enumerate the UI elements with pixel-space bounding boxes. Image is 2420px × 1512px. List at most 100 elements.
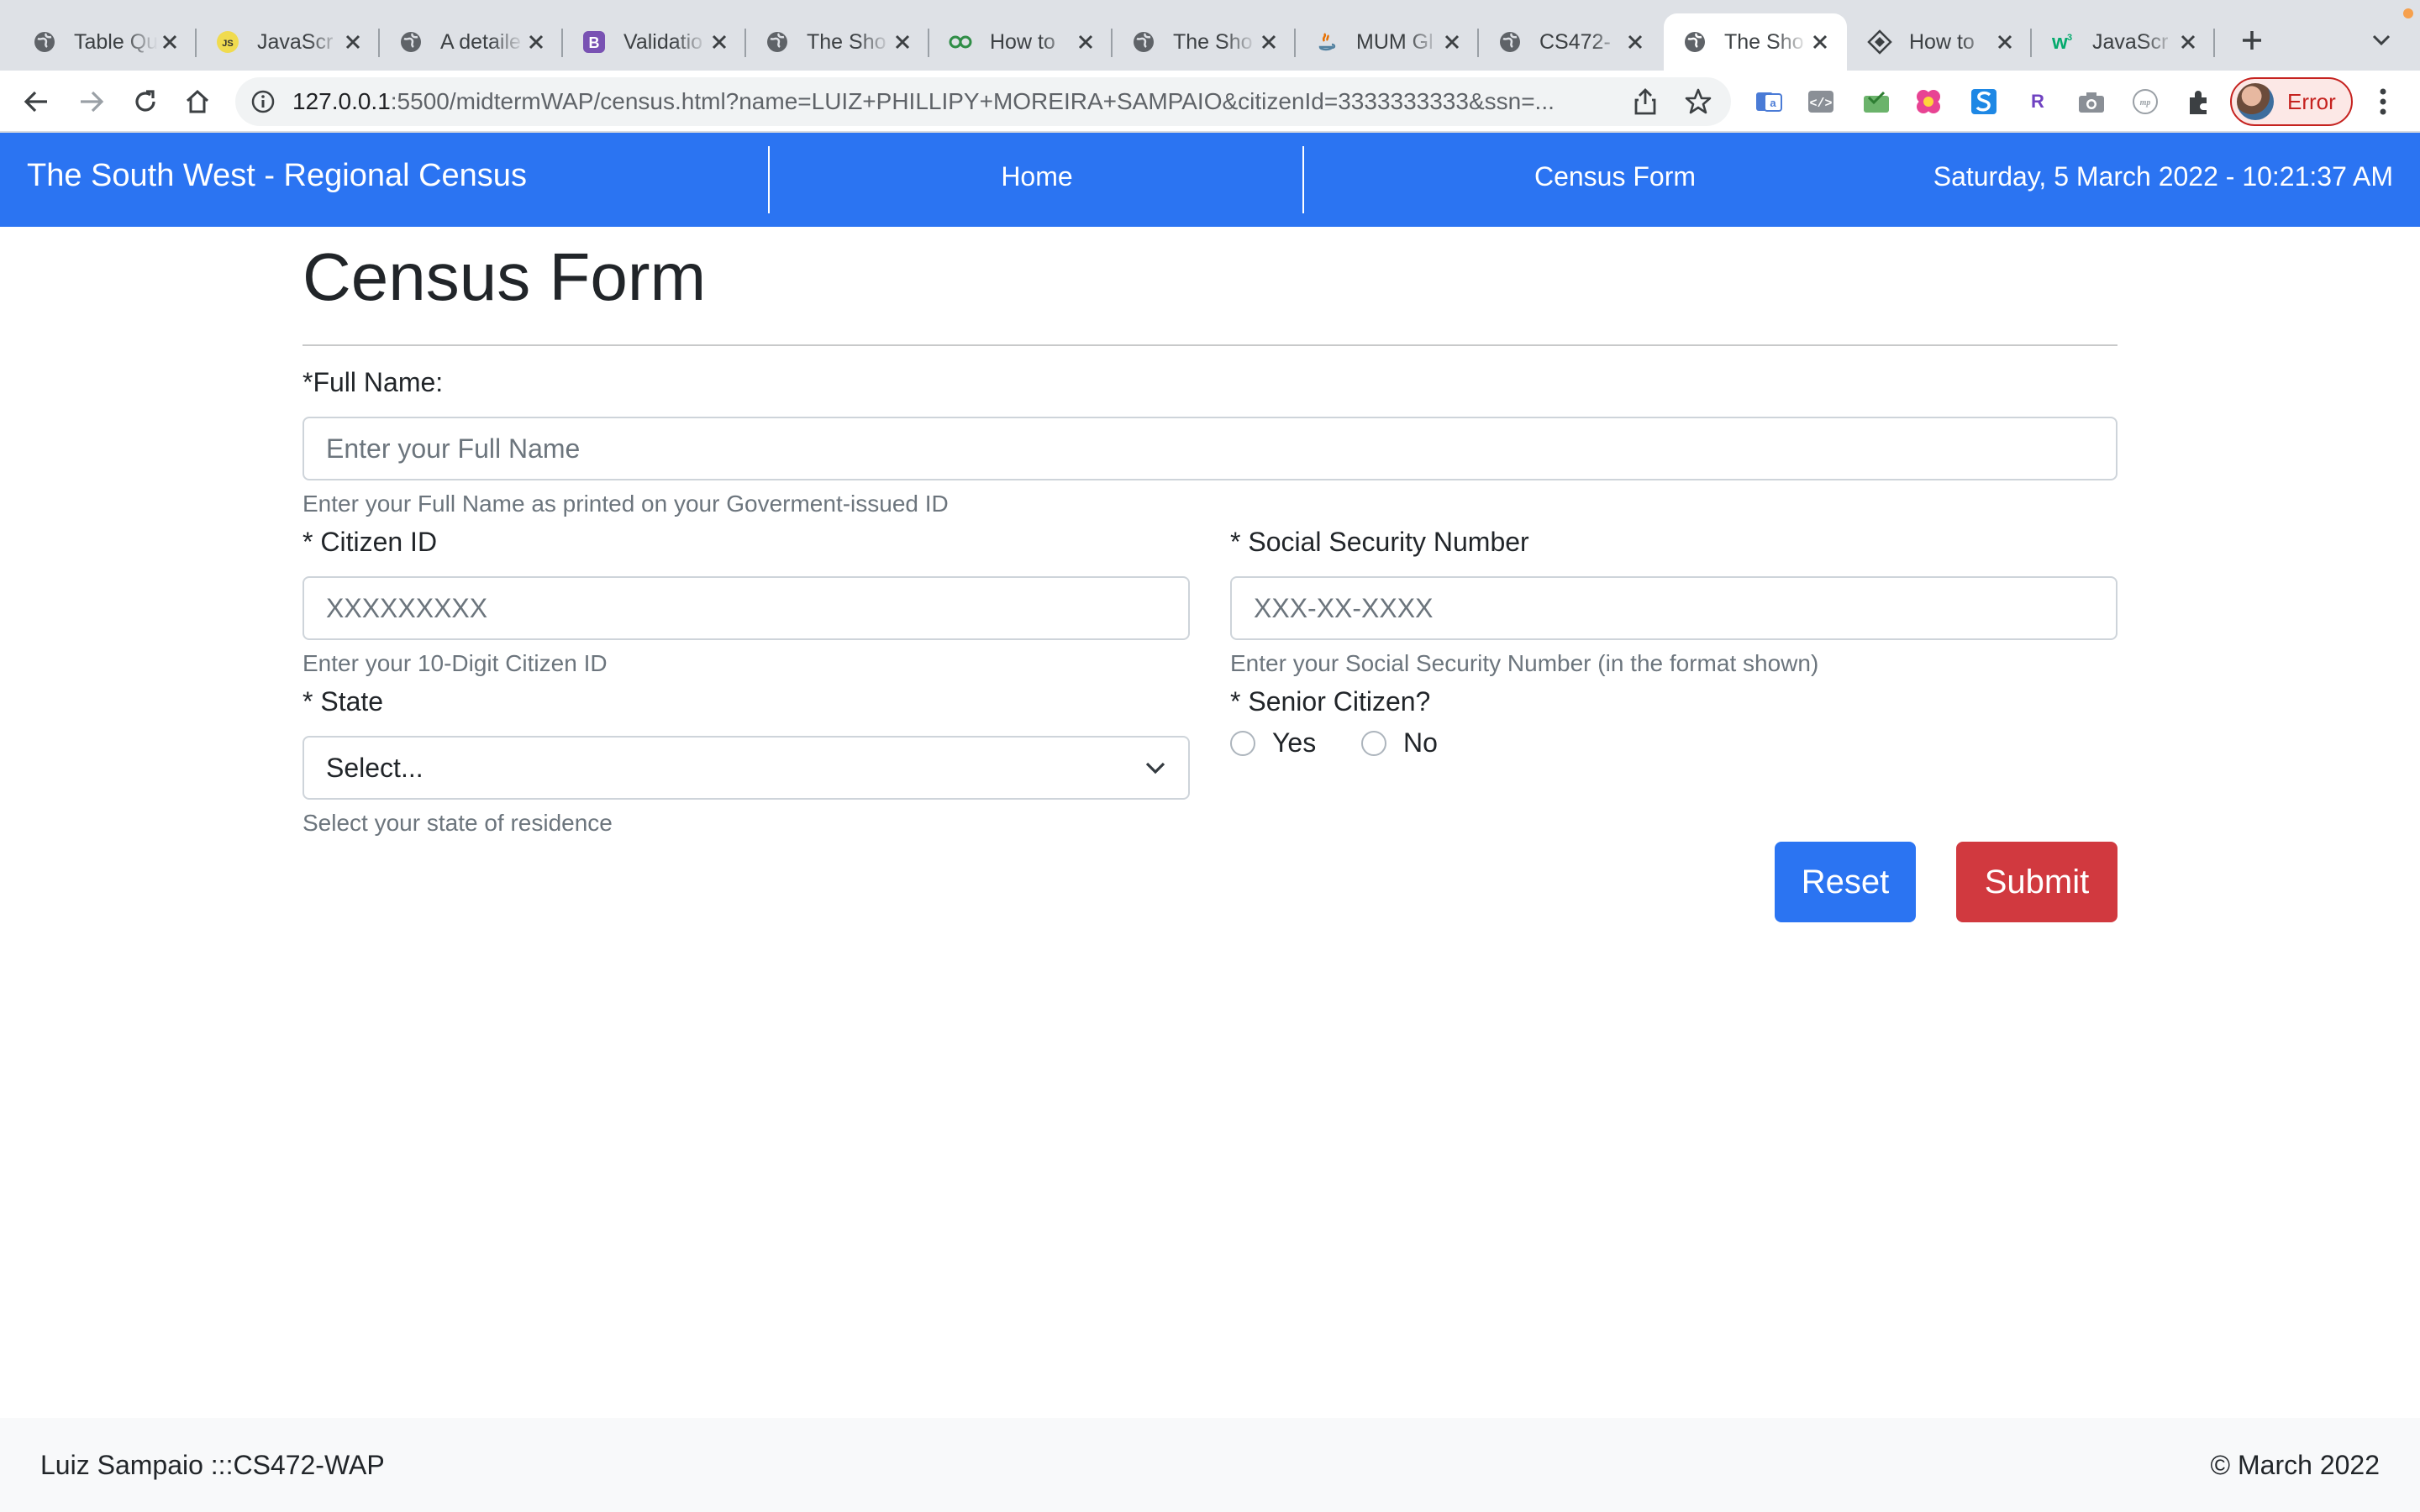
close-icon[interactable] bbox=[524, 30, 548, 54]
state-select[interactable]: Select... bbox=[302, 736, 1190, 800]
close-icon[interactable] bbox=[1074, 30, 1097, 54]
citizen-id-field[interactable] bbox=[302, 576, 1190, 640]
svg-text:JS: JS bbox=[222, 39, 233, 49]
tab-title: The Sho bbox=[1173, 29, 1253, 54]
svg-text:3: 3 bbox=[2067, 33, 2072, 43]
browser-tab-active[interactable]: The Sho bbox=[1664, 13, 1847, 71]
close-icon[interactable] bbox=[2176, 30, 2200, 54]
nav-link-home[interactable]: Home bbox=[770, 161, 1304, 192]
citizen-id-input[interactable] bbox=[304, 578, 1188, 638]
radio-circle[interactable] bbox=[1230, 730, 1255, 756]
reset-button[interactable]: Reset bbox=[1775, 842, 1916, 922]
full-name-field[interactable] bbox=[302, 417, 2118, 480]
close-icon[interactable] bbox=[341, 30, 365, 54]
footer-author: Luiz Sampaio :::CS472-WAP bbox=[40, 1450, 385, 1480]
extension-r-icon[interactable]: R bbox=[2022, 86, 2054, 118]
radio-label-no[interactable]: No bbox=[1403, 727, 1438, 759]
extension-mail-icon[interactable] bbox=[1860, 86, 1892, 118]
close-icon[interactable] bbox=[1808, 30, 1832, 54]
submit-button[interactable]: Submit bbox=[1956, 842, 2118, 922]
notification-dot bbox=[2403, 8, 2413, 18]
url-host: 127.0.0.1 bbox=[292, 88, 391, 114]
tab-title: Validatio bbox=[623, 29, 703, 54]
ssn-input[interactable] bbox=[1232, 578, 2116, 638]
profile-button[interactable]: Error bbox=[2230, 77, 2353, 126]
close-icon[interactable] bbox=[1257, 30, 1281, 54]
forward-arrow-icon bbox=[81, 91, 104, 113]
browser-tab[interactable]: MUM Gl bbox=[1296, 13, 1479, 71]
browser-tab-strip: Table Qu JS JavaScr A detaile B Validati… bbox=[0, 0, 2420, 71]
share-icon[interactable] bbox=[1632, 87, 1659, 120]
browser-tab[interactable]: How to bbox=[1849, 13, 2032, 71]
browser-tab[interactable]: w3 JavaScr bbox=[2032, 13, 2215, 71]
chevron-down-icon bbox=[1145, 762, 1165, 774]
nav-link-census-form[interactable]: Census Form bbox=[1304, 161, 1926, 192]
reload-button[interactable] bbox=[126, 82, 165, 121]
browser-tab[interactable]: JS JavaScr bbox=[197, 13, 380, 71]
tab-title: CS472- bbox=[1539, 29, 1611, 54]
senior-yes-radio[interactable]: Yes bbox=[1230, 727, 1316, 759]
tab-separator bbox=[2213, 29, 2215, 57]
tab-title: The Sho bbox=[807, 29, 886, 54]
browser-tab[interactable]: B Validatio bbox=[563, 13, 746, 71]
browser-menu-button[interactable] bbox=[2366, 82, 2400, 121]
radio-label-yes[interactable]: Yes bbox=[1272, 727, 1316, 759]
close-icon[interactable] bbox=[891, 30, 914, 54]
address-bar[interactable]: 127.0.0.1:5500/midtermWAP/census.html?na… bbox=[235, 77, 1731, 126]
senior-no-radio[interactable]: No bbox=[1361, 727, 1438, 759]
browser-tab[interactable]: A detaile bbox=[380, 13, 563, 71]
extension-translate-icon[interactable]: a bbox=[1753, 86, 1785, 118]
full-name-help: Enter your Full Name as printed on your … bbox=[302, 491, 949, 517]
url-text[interactable]: 127.0.0.1:5500/midtermWAP/census.html?na… bbox=[292, 88, 1839, 115]
site-brand[interactable]: The South West - Regional Census bbox=[27, 158, 527, 194]
title-divider bbox=[302, 344, 2118, 346]
java-icon bbox=[1314, 29, 1339, 55]
close-icon[interactable] bbox=[1993, 30, 2017, 54]
state-label: * State bbox=[302, 686, 384, 717]
svg-text:B: B bbox=[589, 34, 600, 51]
home-button[interactable] bbox=[178, 82, 217, 121]
more-vertical-icon bbox=[2380, 88, 2386, 115]
home-icon bbox=[186, 89, 209, 113]
radio-circle[interactable] bbox=[1361, 730, 1386, 756]
bookmark-star-icon[interactable] bbox=[1684, 87, 1712, 120]
close-icon[interactable] bbox=[708, 30, 731, 54]
svg-text:a: a bbox=[1770, 97, 1776, 109]
back-button[interactable] bbox=[17, 82, 55, 121]
browser-tab[interactable]: How to bbox=[929, 13, 1113, 71]
browser-tab[interactable]: CS472- bbox=[1479, 13, 1662, 71]
svg-text:mp: mp bbox=[2140, 98, 2151, 108]
forward-button[interactable] bbox=[72, 82, 111, 121]
url-path: :5500/midtermWAP/census.html?name=LUIZ+P… bbox=[390, 88, 1555, 114]
info-icon[interactable] bbox=[250, 89, 276, 114]
senior-citizen-label: * Senior Citizen? bbox=[1230, 686, 1431, 717]
tab-title: A detaile bbox=[440, 29, 521, 54]
new-tab-button[interactable] bbox=[2232, 20, 2272, 60]
page-title: Census Form bbox=[302, 239, 707, 314]
browser-tab[interactable]: The Sho bbox=[1113, 13, 1296, 71]
ssn-field[interactable] bbox=[1230, 576, 2118, 640]
extension-s-icon[interactable] bbox=[1968, 86, 2000, 118]
close-icon[interactable] bbox=[1623, 30, 1647, 54]
browser-tab[interactable]: Table Qu bbox=[13, 13, 197, 71]
extension-mp-icon[interactable]: mp bbox=[2129, 86, 2161, 118]
tab-title: JavaScr bbox=[2092, 29, 2169, 54]
full-name-input[interactable] bbox=[304, 418, 2116, 479]
reload-icon bbox=[135, 90, 155, 112]
extension-clockify-icon[interactable] bbox=[1912, 86, 1944, 118]
camera-icon[interactable] bbox=[2075, 86, 2107, 118]
profile-error-label: Error bbox=[2287, 88, 2336, 114]
globe-icon bbox=[1497, 29, 1523, 55]
extensions-puzzle-icon[interactable] bbox=[2183, 86, 2215, 118]
current-datetime: Saturday, 5 March 2022 - 10:21:37 AM bbox=[1933, 161, 2393, 192]
close-icon[interactable] bbox=[158, 30, 182, 54]
tab-title: How to bbox=[1909, 29, 1975, 54]
globe-icon bbox=[1131, 29, 1156, 55]
globe-icon bbox=[398, 29, 424, 55]
close-icon[interactable] bbox=[1440, 30, 1464, 54]
browser-tab[interactable]: The Sho bbox=[746, 13, 929, 71]
tab-search-button[interactable] bbox=[2365, 24, 2398, 57]
js-icon: JS bbox=[215, 29, 240, 55]
extension-code-icon[interactable]: </> bbox=[1805, 86, 1837, 118]
bootstrap-icon: B bbox=[581, 29, 607, 55]
